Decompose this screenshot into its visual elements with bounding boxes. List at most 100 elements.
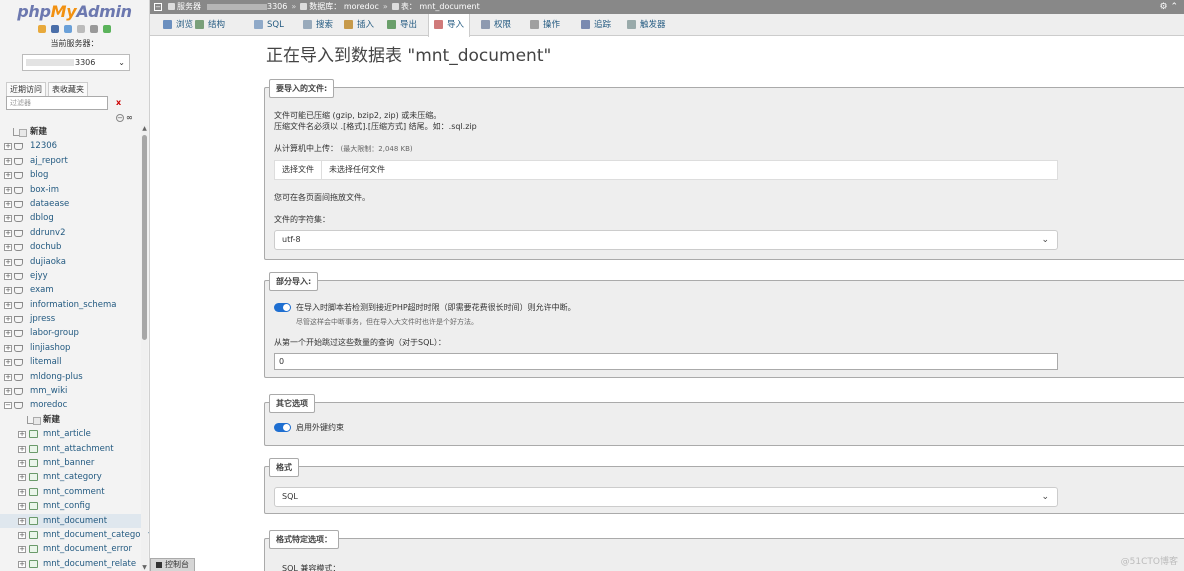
- expand-icon[interactable]: +: [18, 517, 26, 525]
- tree-table-item[interactable]: + mnt_document: [0, 513, 142, 528]
- tab-favorites[interactable]: 表收藏夹: [48, 82, 88, 97]
- expand-icon[interactable]: +: [4, 229, 12, 237]
- tree-database-item[interactable]: − moredoc: [0, 398, 142, 412]
- expand-icon[interactable]: +: [18, 459, 26, 467]
- sidebar-scrollbar[interactable]: ▲ ▼: [141, 125, 148, 571]
- tab-5[interactable]: 导出: [382, 14, 422, 36]
- tab-2[interactable]: SQL: [249, 14, 289, 36]
- tree-database-item[interactable]: + dblog: [0, 211, 142, 225]
- expand-icon[interactable]: +: [4, 172, 12, 180]
- tab-3[interactable]: 搜索: [298, 14, 338, 36]
- tree-table-item[interactable]: + mnt_attachment: [0, 442, 142, 456]
- expand-icon[interactable]: +: [4, 157, 12, 165]
- tree-database-item[interactable]: +12306: [0, 139, 142, 153]
- expand-icon[interactable]: +: [4, 143, 12, 151]
- expand-icon[interactable]: +: [4, 388, 12, 396]
- expand-icon[interactable]: +: [4, 359, 12, 367]
- allow-interrupt-toggle[interactable]: [274, 303, 291, 312]
- expand-icon[interactable]: +: [4, 287, 12, 295]
- scroll-thumb[interactable]: [142, 135, 147, 340]
- expand-icon[interactable]: +: [18, 531, 26, 539]
- tree-database-item[interactable]: + labor-group: [0, 326, 142, 340]
- expand-icon[interactable]: +: [18, 546, 26, 554]
- expand-icon[interactable]: +: [4, 272, 12, 280]
- tab-recent[interactable]: 近期访问: [6, 82, 46, 97]
- page-settings-icon[interactable]: ⚙ ⌃: [1160, 0, 1178, 14]
- format-select[interactable]: SQL ⌄: [274, 487, 1058, 507]
- tab-7[interactable]: 权限: [476, 14, 516, 36]
- expand-icon[interactable]: +: [18, 431, 26, 439]
- tree-new-table[interactable]: 新建: [0, 413, 142, 427]
- tree-database-item[interactable]: + aj_report: [0, 154, 142, 168]
- phpmyadmin-logo[interactable]: phpMyAdmin: [0, 2, 149, 21]
- tree-new-database[interactable]: 新建: [0, 125, 142, 139]
- tab-9[interactable]: 追踪: [576, 14, 616, 36]
- expand-icon[interactable]: +: [4, 215, 12, 223]
- tab-1[interactable]: 结构: [190, 14, 230, 36]
- tree-database-item[interactable]: + litemall: [0, 355, 142, 369]
- tab-8[interactable]: 操作: [525, 14, 565, 36]
- tab-4[interactable]: 插入: [339, 14, 379, 36]
- collapse-all-control[interactable]: − ∞: [116, 113, 133, 122]
- expand-icon[interactable]: +: [4, 316, 12, 324]
- tab-6[interactable]: 导入: [428, 14, 471, 37]
- breadcrumb-table[interactable]: mnt_document: [419, 2, 479, 11]
- collapse-sidebar-icon[interactable]: −: [154, 3, 162, 11]
- expand-icon[interactable]: +: [4, 186, 12, 194]
- reload-icon[interactable]: [102, 24, 111, 33]
- expand-icon[interactable]: +: [4, 330, 12, 338]
- tree-database-item[interactable]: + mldong-plus: [0, 370, 142, 384]
- scroll-down-icon[interactable]: ▼: [141, 564, 148, 571]
- scroll-up-icon[interactable]: ▲: [141, 125, 148, 132]
- tree-table-item[interactable]: + mnt_banner: [0, 456, 142, 470]
- db-filter-input[interactable]: 过滤器: [6, 96, 108, 110]
- tree-table-item[interactable]: + mnt_config: [0, 499, 142, 513]
- tree-database-item[interactable]: + ddrunv2: [0, 226, 142, 240]
- expand-icon[interactable]: +: [4, 301, 12, 309]
- tree-database-item[interactable]: + blog: [0, 168, 142, 182]
- tree-table-item[interactable]: + mnt_document_error: [0, 542, 142, 556]
- expand-icon[interactable]: +: [4, 258, 12, 266]
- tree-database-item[interactable]: + mm_wiki: [0, 384, 142, 398]
- tab-10[interactable]: 触发器: [622, 14, 671, 36]
- expand-icon[interactable]: +: [4, 200, 12, 208]
- console-toggle[interactable]: 控制台: [150, 558, 195, 571]
- expand-icon[interactable]: +: [18, 445, 26, 453]
- tree-table-item[interactable]: + mnt_document_category: [0, 528, 149, 542]
- expand-icon[interactable]: +: [18, 560, 26, 568]
- clear-filter-button[interactable]: x: [116, 98, 121, 107]
- tree-table-item[interactable]: + mnt_comment: [0, 485, 142, 499]
- expand-icon[interactable]: +: [4, 373, 12, 381]
- tree-database-item[interactable]: + linjiashop: [0, 341, 142, 355]
- tree-database-item[interactable]: + ejyy: [0, 269, 142, 283]
- expand-icon[interactable]: −: [4, 402, 12, 410]
- logout-icon[interactable]: [51, 24, 60, 33]
- expand-icon[interactable]: +: [18, 503, 26, 511]
- tree-database-item[interactable]: + information_schema: [0, 298, 142, 312]
- tree-database-item[interactable]: + box-im: [0, 183, 142, 197]
- tree-database-item[interactable]: + dataease: [0, 197, 142, 211]
- tree-database-item[interactable]: + dujiaoka: [0, 255, 142, 269]
- tree-table-item[interactable]: + mnt_category: [0, 470, 142, 484]
- foreign-keys-toggle[interactable]: [274, 423, 291, 432]
- tree-table-item[interactable]: + mnt_document_relate: [0, 557, 142, 571]
- tree-database-item[interactable]: + jpress: [0, 312, 142, 326]
- expand-icon[interactable]: +: [18, 474, 26, 482]
- breadcrumb-db[interactable]: moredoc: [344, 2, 379, 11]
- tree-table-item[interactable]: + mnt_article: [0, 427, 142, 441]
- help-icon[interactable]: [64, 24, 73, 33]
- expand-icon[interactable]: +: [4, 244, 12, 252]
- expand-icon[interactable]: +: [4, 344, 12, 352]
- breadcrumb-port[interactable]: 3306: [267, 2, 287, 11]
- home-icon[interactable]: [38, 24, 47, 33]
- server-select[interactable]: 3306 ⌄: [22, 54, 130, 71]
- breadcrumb-server[interactable]: 服务器: [177, 2, 201, 11]
- docs-icon[interactable]: [76, 24, 85, 33]
- charset-select[interactable]: utf-8 ⌄: [274, 230, 1058, 250]
- expand-icon[interactable]: +: [18, 488, 26, 496]
- choose-file-button[interactable]: 选择文件: [275, 161, 322, 179]
- skip-queries-input[interactable]: 0: [274, 353, 1058, 370]
- tree-database-item[interactable]: + exam: [0, 283, 142, 297]
- tree-database-item[interactable]: + dochub: [0, 240, 142, 254]
- settings-icon[interactable]: [89, 24, 98, 33]
